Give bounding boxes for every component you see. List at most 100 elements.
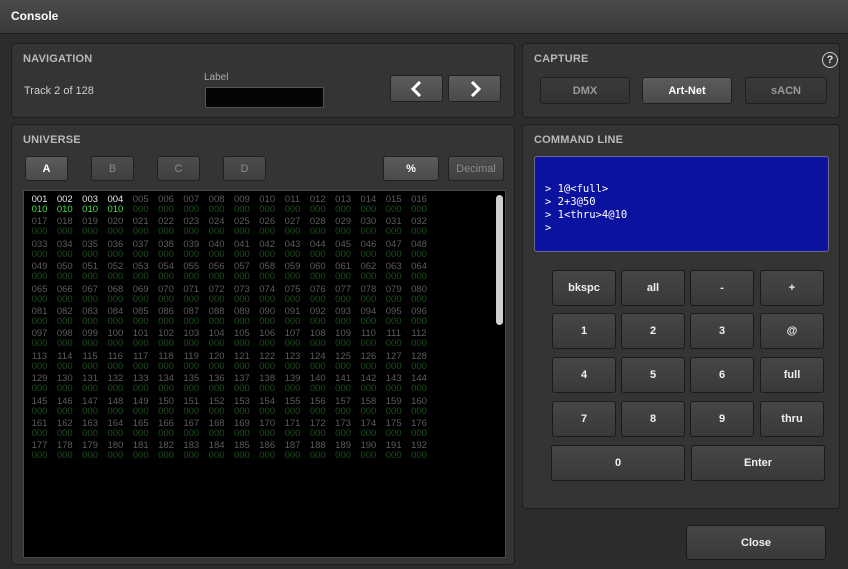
channel-cell[interactable]: 051 000 xyxy=(78,262,103,284)
channel-cell[interactable]: 016 000 xyxy=(407,195,432,217)
key-2[interactable]: 2 xyxy=(621,313,685,349)
channel-cell[interactable]: 165 000 xyxy=(128,419,153,441)
channel-cell[interactable]: 105 000 xyxy=(229,329,254,351)
channel-cell[interactable]: 157 000 xyxy=(331,396,356,419)
channel-cell[interactable]: 166 000 xyxy=(154,419,179,441)
channel-cell[interactable]: 003 010 xyxy=(78,195,103,217)
channel-cell[interactable]: 172 000 xyxy=(305,419,330,441)
channel-cell[interactable]: 125 000 xyxy=(331,351,356,374)
channel-cell[interactable]: 128 000 xyxy=(407,351,432,374)
channel-cell[interactable]: 009 000 xyxy=(229,195,254,217)
channel-cell[interactable]: 018 000 xyxy=(52,217,77,239)
channel-cell[interactable]: 145 000 xyxy=(27,396,52,419)
channel-cell[interactable]: 055 000 xyxy=(179,262,204,284)
channel-cell[interactable]: 084 000 xyxy=(103,307,128,329)
channel-cell[interactable]: 095 000 xyxy=(381,307,406,329)
channel-cell[interactable]: 158 000 xyxy=(356,396,381,419)
channel-cell[interactable]: 056 000 xyxy=(204,262,229,284)
channel-cell[interactable]: 112 000 xyxy=(407,329,432,351)
channel-cell[interactable]: 103 000 xyxy=(179,329,204,351)
label-input[interactable] xyxy=(205,87,324,108)
channel-cell[interactable]: 184 000 xyxy=(204,441,229,463)
channel-cell[interactable]: 071 000 xyxy=(179,284,204,307)
key-0[interactable]: 0 xyxy=(551,445,685,481)
universe-tab-b[interactable]: B xyxy=(91,156,134,181)
channel-cell[interactable]: 067 000 xyxy=(78,284,103,307)
channel-cell[interactable]: 022 000 xyxy=(154,217,179,239)
channel-cell[interactable]: 104 000 xyxy=(204,329,229,351)
channel-cell[interactable]: 041 000 xyxy=(229,239,254,262)
channel-cell[interactable]: 120 000 xyxy=(204,351,229,374)
channel-cell[interactable]: 118 000 xyxy=(154,351,179,374)
channel-cell[interactable]: 054 000 xyxy=(154,262,179,284)
channel-cell[interactable]: 096 000 xyxy=(407,307,432,329)
channel-cell[interactable]: 141 000 xyxy=(331,374,356,396)
channel-cell[interactable]: 111 000 xyxy=(381,329,406,351)
channel-cell[interactable]: 032 000 xyxy=(407,217,432,239)
universe-tab-a[interactable]: A xyxy=(25,156,68,181)
channel-cell[interactable]: 083 000 xyxy=(78,307,103,329)
channel-cell[interactable]: 150 000 xyxy=(154,396,179,419)
channel-cell[interactable]: 187 000 xyxy=(280,441,305,463)
channel-cell[interactable]: 106 000 xyxy=(255,329,280,351)
channel-cell[interactable]: 063 000 xyxy=(381,262,406,284)
channel-cell[interactable]: 082 000 xyxy=(52,307,77,329)
channel-cell[interactable]: 117 000 xyxy=(128,351,153,374)
key-1[interactable]: 1 xyxy=(552,313,616,349)
channel-cell[interactable]: 034 000 xyxy=(52,239,77,262)
channel-cell[interactable]: 142 000 xyxy=(356,374,381,396)
channel-cell[interactable]: 149 000 xyxy=(128,396,153,419)
channel-cell[interactable]: 185 000 xyxy=(229,441,254,463)
channel-cell[interactable]: 038 000 xyxy=(154,239,179,262)
channel-cell[interactable]: 030 000 xyxy=(356,217,381,239)
channel-cell[interactable]: 036 000 xyxy=(103,239,128,262)
channel-cell[interactable]: 162 000 xyxy=(52,419,77,441)
channel-cell[interactable]: 013 000 xyxy=(331,195,356,217)
key-backspace[interactable]: bkspc xyxy=(552,270,616,306)
channel-cell[interactable]: 186 000 xyxy=(255,441,280,463)
channel-cell[interactable]: 127 000 xyxy=(381,351,406,374)
channel-cell[interactable]: 178 000 xyxy=(52,441,77,463)
channel-cell[interactable]: 093 000 xyxy=(331,307,356,329)
channel-cell[interactable]: 130 000 xyxy=(52,374,77,396)
channel-cell[interactable]: 019 000 xyxy=(78,217,103,239)
channel-cell[interactable]: 131 000 xyxy=(78,374,103,396)
channel-cell[interactable]: 079 000 xyxy=(381,284,406,307)
channel-cell[interactable]: 072 000 xyxy=(204,284,229,307)
channel-cell[interactable]: 021 000 xyxy=(128,217,153,239)
previous-track-button[interactable] xyxy=(390,75,443,102)
channel-cell[interactable]: 015 000 xyxy=(381,195,406,217)
channel-cell[interactable]: 053 000 xyxy=(128,262,153,284)
channel-cell[interactable]: 069 000 xyxy=(128,284,153,307)
channel-cell[interactable]: 012 000 xyxy=(305,195,330,217)
channel-cell[interactable]: 076 000 xyxy=(305,284,330,307)
percent-mode-button[interactable]: % xyxy=(383,156,439,181)
channel-cell[interactable]: 058 000 xyxy=(255,262,280,284)
channel-cell[interactable]: 010 000 xyxy=(255,195,280,217)
channel-cell[interactable]: 171 000 xyxy=(280,419,305,441)
channel-cell[interactable]: 098 000 xyxy=(52,329,77,351)
key-6[interactable]: 6 xyxy=(690,357,754,393)
grid-scrollbar[interactable] xyxy=(496,195,503,325)
channel-cell[interactable]: 146 000 xyxy=(52,396,77,419)
channel-cell[interactable]: 155 000 xyxy=(280,396,305,419)
channel-cell[interactable]: 088 000 xyxy=(204,307,229,329)
key-enter[interactable]: Enter xyxy=(691,445,825,481)
channel-cell[interactable]: 173 000 xyxy=(331,419,356,441)
channel-cell[interactable]: 081 000 xyxy=(27,307,52,329)
channel-cell[interactable]: 047 000 xyxy=(381,239,406,262)
channel-cell[interactable]: 094 000 xyxy=(356,307,381,329)
channel-cell[interactable]: 124 000 xyxy=(305,351,330,374)
channel-cell[interactable]: 176 000 xyxy=(407,419,432,441)
universe-tab-d[interactable]: D xyxy=(223,156,266,181)
channel-cell[interactable]: 042 000 xyxy=(255,239,280,262)
channel-cell[interactable]: 035 000 xyxy=(78,239,103,262)
channel-cell[interactable]: 147 000 xyxy=(78,396,103,419)
key-5[interactable]: 5 xyxy=(621,357,685,393)
channel-cell[interactable]: 182 000 xyxy=(154,441,179,463)
key-all[interactable]: all xyxy=(621,270,685,306)
channel-cell[interactable]: 011 000 xyxy=(280,195,305,217)
channel-cell[interactable]: 132 000 xyxy=(103,374,128,396)
channel-cell[interactable]: 179 000 xyxy=(78,441,103,463)
channel-cell[interactable]: 161 000 xyxy=(27,419,52,441)
